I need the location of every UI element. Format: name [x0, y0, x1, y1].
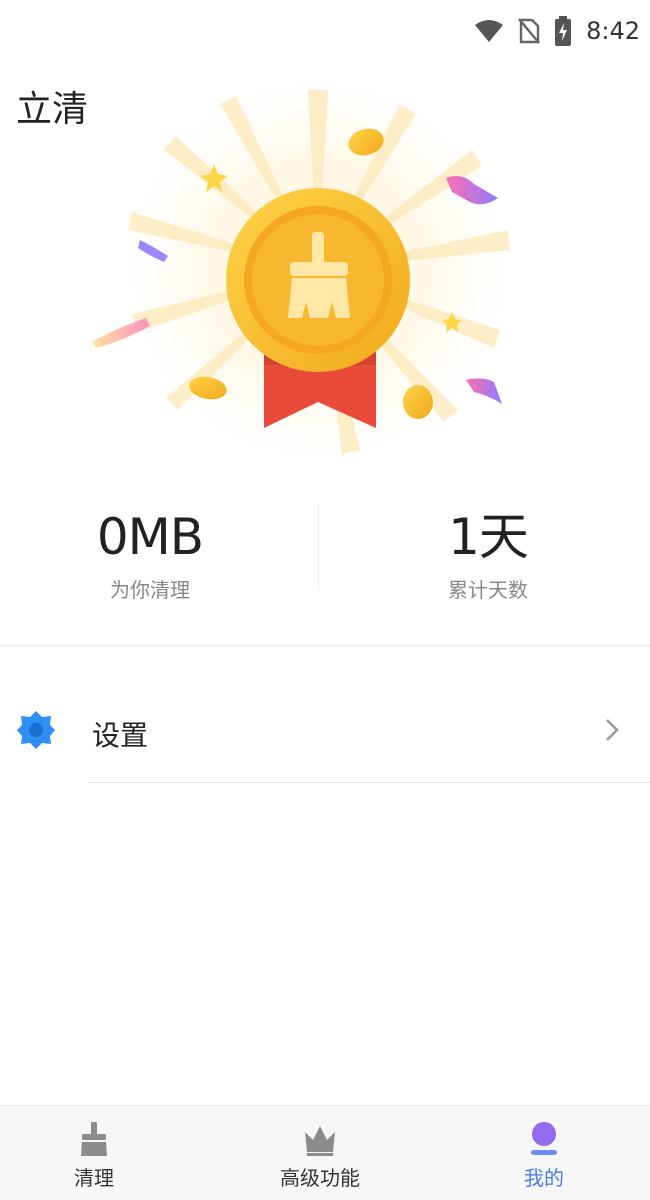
days-label: 累计天数: [448, 578, 528, 602]
days-stat: 1天 累计天数: [338, 508, 638, 603]
hero-illustration: [60, 60, 580, 500]
nav-item-advanced[interactable]: 高级功能: [240, 1106, 400, 1200]
medal-broom-icon: [92, 60, 528, 480]
broom-icon: [81, 1122, 107, 1156]
gear-icon: [17, 711, 55, 749]
crown-icon: [305, 1126, 335, 1156]
stats-divider: [318, 504, 319, 590]
profile-icon: [531, 1122, 557, 1155]
status-time: 8:42: [586, 17, 640, 45]
stats-panel: 0MB 为你清理 1天 累计天数: [0, 500, 650, 610]
nav-label-advanced: 高级功能: [280, 1166, 360, 1190]
cleaned-value: 0MB: [96, 508, 204, 566]
no-sim-icon: [518, 18, 541, 44]
nav-label-clean: 清理: [74, 1166, 114, 1190]
settings-divider: [88, 782, 650, 783]
status-bar: 8:42: [0, 0, 650, 62]
nav-item-mine[interactable]: 我的: [464, 1106, 624, 1200]
status-icons: 8:42: [474, 14, 640, 48]
settings-row[interactable]: 设置: [0, 690, 650, 774]
wifi-icon: [475, 20, 504, 42]
nav-item-clean[interactable]: 清理: [14, 1106, 174, 1200]
battery-charging-icon: [555, 16, 572, 46]
bottom-nav: 清理 高级功能 我的: [0, 1105, 650, 1200]
cleaned-label: 为你清理: [110, 578, 190, 602]
section-divider: [0, 645, 650, 646]
settings-label: 设置: [92, 719, 149, 752]
days-value: 1天: [448, 508, 529, 566]
cleaned-stat: 0MB 为你清理: [0, 508, 300, 603]
nav-label-mine: 我的: [524, 1166, 564, 1190]
chevron-right-icon: [606, 719, 619, 741]
